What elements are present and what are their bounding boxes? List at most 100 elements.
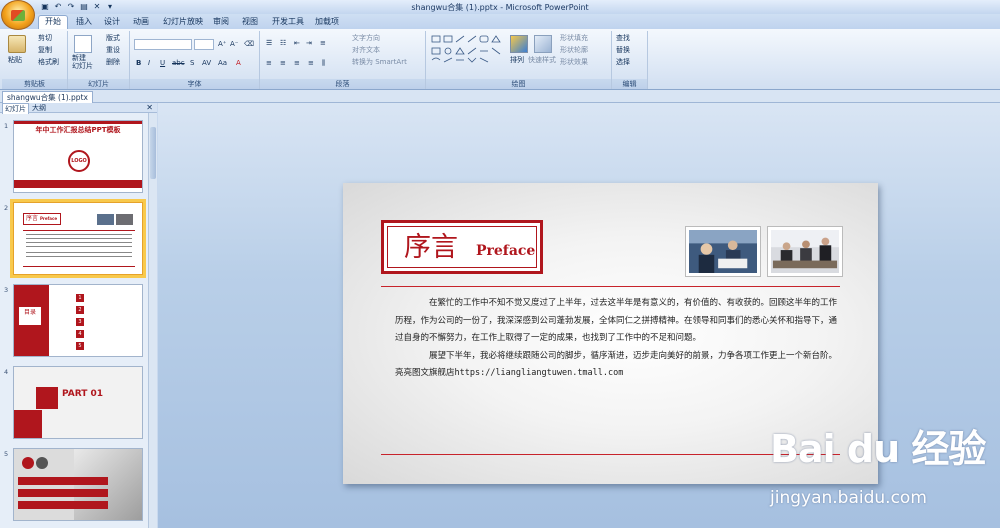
title-box[interactable]: 序言 Preface (381, 220, 543, 274)
thumb-bar (18, 489, 108, 497)
text-direction-button[interactable]: 文字方向 (352, 34, 380, 43)
new-slide-icon[interactable] (74, 35, 92, 53)
arrange-button[interactable]: 排列 (510, 56, 524, 65)
slides-panel: 幻灯片 大纲 ✕ 1 年中工作汇报总结PPT模板 LOGO 2 序言 Prefa… (0, 103, 157, 528)
drawing-group-label: 绘图 (426, 79, 611, 89)
line-spacing-icon[interactable]: ≡ (320, 39, 326, 48)
thumb-rule (23, 266, 135, 267)
slide-subtitle: Preface (476, 243, 536, 259)
font-group: A⁺ A⁻ ⌫ B I U abc S AV Aa A 字体 (130, 31, 260, 89)
shapes-gallery-icon[interactable] (430, 34, 502, 68)
baidu-watermark: Bai du 经验 jingyan.baidu.com (770, 418, 990, 526)
window-title: shangwu合集 (1).pptx - Microsoft PowerPoin… (411, 3, 589, 12)
thumb-photo (97, 214, 114, 225)
slide-thumbnail-5[interactable] (13, 448, 143, 521)
reset-button[interactable]: 重设 (106, 46, 120, 55)
select-button[interactable]: 选择 (616, 58, 630, 67)
slide-thumbnail-2[interactable]: 序言 Preface (10, 199, 146, 278)
title-bar: ▣ ↶ ↷ ▤ ✕ ▾ shangwu合集 (1).pptx - Microso… (0, 0, 1000, 14)
slide-thumbnail-3[interactable]: 目录 1 2 3 4 5 (13, 284, 143, 357)
italic-icon[interactable]: I (148, 59, 150, 68)
slides-group: 新建 幻灯片 版式 重设 删除 幻灯片 (68, 31, 130, 89)
photo-image (771, 230, 839, 273)
new-slide-button[interactable]: 新建 幻灯片 (72, 54, 93, 70)
editing-group: 查找 替换 选择 编辑 (612, 31, 648, 89)
slide-body[interactable]: 在繁忙的工作中不知不觉又度过了上半年，过去这半年是有意义的，有价值的、有收获的。… (395, 295, 839, 383)
align-center-icon[interactable]: ≡ (280, 59, 286, 68)
slide-thumbnail-1[interactable]: 年中工作汇报总结PPT模板 LOGO (13, 120, 143, 193)
thumb-logo: LOGO (68, 150, 90, 172)
grow-font-icon[interactable]: A⁺ (218, 40, 226, 49)
columns-icon[interactable]: ⫼ (322, 59, 325, 68)
copy-button[interactable]: 复制 (38, 46, 52, 55)
tab-review[interactable]: 审阅 (213, 16, 229, 28)
shape-effects-button[interactable]: 形状效果 (560, 58, 588, 67)
arrange-icon[interactable] (510, 35, 528, 53)
font-size-select[interactable] (194, 39, 214, 50)
bullets-icon[interactable]: ☰ (266, 39, 272, 48)
tab-developer[interactable]: 开发工具 (272, 16, 304, 28)
photo-meeting-1[interactable] (685, 226, 761, 277)
store-line: 亮亮图文旗舰店https://liangliangtuwen.tmall.com (395, 368, 624, 378)
paste-button[interactable]: 粘贴 (8, 56, 22, 65)
cut-button[interactable]: 剪切 (38, 34, 52, 43)
tab-slides[interactable]: 幻灯片 (2, 103, 29, 114)
font-name-select[interactable] (134, 39, 192, 50)
close-panel-icon[interactable]: ✕ (146, 103, 153, 113)
thumb-red-block (14, 410, 42, 438)
tab-insert[interactable]: 插入 (76, 16, 92, 28)
thumb-rule (23, 230, 135, 231)
thumb-item-num: 2 (76, 306, 84, 314)
align-text-button[interactable]: 对齐文本 (352, 46, 380, 55)
font-group-label: 字体 (130, 79, 259, 89)
align-right-icon[interactable]: ≡ (294, 59, 300, 68)
shrink-font-icon[interactable]: A⁻ (230, 40, 238, 49)
numbering-icon[interactable]: ☷ (280, 39, 286, 48)
document-tabs: shangwu合集 (1).pptx (0, 90, 1000, 103)
format-painter-button[interactable]: 格式刷 (38, 58, 59, 67)
convert-smartart-button[interactable]: 转换为 SmartArt (352, 58, 407, 67)
scroll-thumb[interactable] (150, 127, 156, 179)
bold-icon[interactable]: B (136, 59, 141, 68)
shape-outline-button[interactable]: 形状轮廓 (560, 46, 588, 55)
office-button[interactable] (1, 0, 35, 30)
delete-button[interactable]: 删除 (106, 58, 120, 67)
paste-icon[interactable] (8, 35, 26, 53)
clear-format-icon[interactable]: ⌫ (244, 40, 254, 49)
clipboard-group: 粘贴 剪切 复制 格式刷 剪贴板 (2, 31, 68, 89)
slide-number: 1 (4, 122, 9, 130)
paragraph-group: ☰ ☷ ⇤ ⇥ ≡ ≡ ≡ ≡ ≡ ⫼ 文字方向 对齐文本 转换为 SmartA… (260, 31, 426, 89)
change-case-icon[interactable]: Aa (218, 59, 227, 68)
indent-increase-icon[interactable]: ⇥ (306, 39, 312, 48)
tab-design[interactable]: 设计 (104, 16, 120, 28)
slides-group-label: 幻灯片 (68, 79, 129, 89)
tab-view[interactable]: 视图 (242, 16, 258, 28)
layout-button[interactable]: 版式 (106, 34, 120, 43)
find-button[interactable]: 查找 (616, 34, 630, 43)
document-tab[interactable]: shangwu合集 (1).pptx (2, 91, 93, 103)
shadow-icon[interactable]: S (190, 59, 194, 68)
paragraph-group-label: 段落 (260, 79, 425, 89)
tab-animation[interactable]: 动画 (133, 16, 149, 28)
tab-slideshow[interactable]: 幻灯片放映 (163, 16, 203, 28)
char-spacing-icon[interactable]: AV (202, 59, 211, 68)
slide-thumbnail-4[interactable]: PART 01 (13, 366, 143, 439)
underline-icon[interactable]: U (160, 59, 165, 68)
quick-styles-button[interactable]: 快速样式 (528, 56, 556, 65)
ribbon: 粘贴 剪切 复制 格式刷 剪贴板 新建 幻灯片 版式 重设 删除 幻灯片 A⁺ … (0, 29, 1000, 90)
font-color-icon[interactable]: A (236, 59, 241, 68)
indent-decrease-icon[interactable]: ⇤ (294, 39, 300, 48)
quick-styles-icon[interactable] (534, 35, 552, 53)
shape-fill-button[interactable]: 形状填充 (560, 34, 588, 43)
tab-addins[interactable]: 加载项 (315, 16, 339, 28)
photo-meeting-2[interactable] (767, 226, 843, 277)
thumb-title: 年中工作汇报总结PPT模板 (35, 126, 121, 134)
strikethrough-icon[interactable]: abc (172, 59, 185, 68)
tab-outline[interactable]: 大纲 (30, 103, 48, 113)
thumb-circle (22, 457, 34, 469)
justify-icon[interactable]: ≡ (308, 59, 314, 68)
replace-button[interactable]: 替换 (616, 46, 630, 55)
panel-scrollbar[interactable] (148, 113, 157, 528)
tab-home[interactable]: 开始 (38, 15, 68, 29)
align-left-icon[interactable]: ≡ (266, 59, 272, 68)
